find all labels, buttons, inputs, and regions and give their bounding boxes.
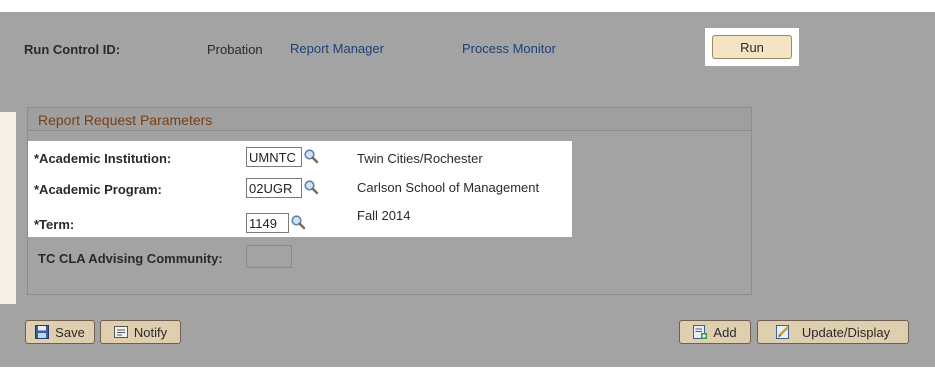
term-label: *Term: [34,217,75,232]
update-display-button[interactable]: Update/Display [757,320,909,344]
academic-program-label: *Academic Program: [34,182,162,197]
notify-button[interactable]: Notify [100,320,181,344]
academic-institution-input[interactable] [246,147,302,167]
report-manager-link[interactable]: Report Manager [290,41,384,56]
advising-community-label: TC CLA Advising Community: [38,251,223,266]
update-display-button-label: Update/Display [801,324,891,340]
save-button[interactable]: Save [25,320,95,344]
floppy-disk-icon [35,325,50,339]
academic-program-description: Carlson School of Management [357,180,540,195]
add-icon [693,325,708,339]
run-control-label: Run Control ID: [24,42,121,57]
magnifier-icon[interactable] [290,214,306,230]
advising-community-input [246,245,292,268]
academic-institution-label: *Academic Institution: [34,151,172,166]
group-title: Report Request Parameters [38,112,213,128]
notify-button-label: Notify [133,324,168,340]
run-button[interactable]: Run [712,35,792,59]
update-display-icon [775,325,789,339]
process-monitor-link[interactable]: Process Monitor [462,41,556,56]
academic-program-input[interactable] [246,178,302,198]
magnifier-icon[interactable] [303,148,319,164]
left-accent-strip [0,112,16,304]
notify-icon [113,326,128,338]
save-button-label: Save [55,324,85,340]
add-button-label: Add [713,324,737,340]
run-control-value: Probation [207,42,263,57]
add-button[interactable]: Add [679,320,751,344]
magnifier-icon[interactable] [303,179,319,195]
term-input[interactable] [246,213,289,233]
term-description: Fall 2014 [357,208,411,223]
academic-institution-description: Twin Cities/Rochester [357,151,483,166]
